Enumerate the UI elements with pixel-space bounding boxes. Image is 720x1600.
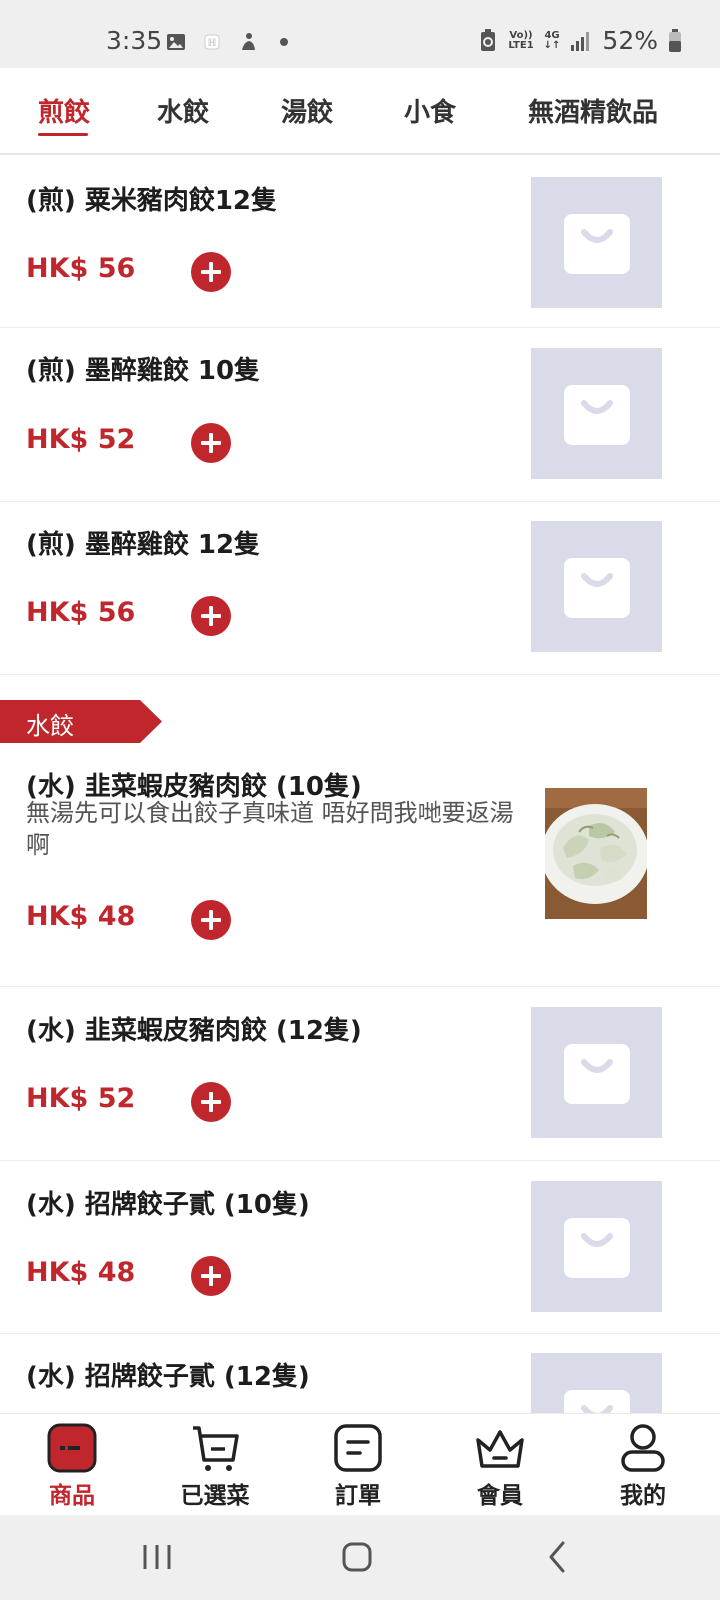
nav-membership[interactable]: 會員 [440,1422,560,1510]
bag-placeholder-icon [563,213,630,274]
nav-label: 我的 [620,1483,666,1509]
item-title: (水) 韭菜蝦皮豬肉餃 (12隻) [26,1016,362,1046]
bag-placeholder-icon [563,1217,630,1278]
bag-placeholder-icon [563,1389,630,1415]
nav-label: 已選菜 [180,1483,250,1509]
notification-icons: ℍ [166,32,294,52]
network-type-label: 4G [544,29,560,41]
section-label: 水餃 [26,712,74,740]
menu-item[interactable]: (水) 韭菜蝦皮豬肉餃 (12隻) HK$ 52 [0,987,720,1161]
item-image-placeholder [531,348,662,479]
profile-icon [621,1424,665,1472]
item-title: (煎) 墨醉雞餃 12隻 [26,530,261,560]
add-to-cart-button[interactable] [191,900,231,940]
nav-profile[interactable]: 我的 [583,1422,703,1510]
tab-drinks[interactable]: 無酒精飲品 [528,92,658,129]
app-screen: 3:35 ℍ Vo)) LTE1 4G ↓↑ 52% 煎餃 水餃 湯餃 小食 無… [0,0,720,1600]
add-to-cart-button[interactable] [191,423,231,463]
data-indicator: 4G ↓↑ [543,29,561,51]
home-icon[interactable] [337,1537,377,1577]
category-tabs: 煎餃 水餃 湯餃 小食 無酒精飲品 [0,68,720,155]
back-icon[interactable] [538,1537,578,1577]
menu-item[interactable]: (水) 招牌餃子貳 (12隻) [0,1334,720,1415]
item-image-placeholder [531,1007,662,1138]
item-image-placeholder [531,1353,662,1415]
section-header-boiled: 水餃 [0,700,162,743]
tab-boiled[interactable]: 水餃 [157,92,209,129]
menu-list: (煎) 粟米豬肉餃12隻 HK$ 56 (煎) 墨醉雞餃 10隻 HK$ 52 [0,157,720,1415]
gallery-icon [167,34,185,50]
product-icon [47,1423,97,1473]
order-icon [334,1424,382,1472]
nav-label: 訂單 [335,1483,381,1509]
dumpling-plate-image [545,788,647,919]
svg-text:ℍ: ℍ [208,38,217,49]
nav-orders[interactable]: 訂單 [298,1422,418,1510]
item-image-placeholder [531,1181,662,1312]
add-to-cart-button[interactable] [191,1256,231,1296]
item-title: (煎) 粟米豬肉餃12隻 [26,186,277,216]
item-price: HK$ 56 [26,253,136,284]
tab-pan-fried[interactable]: 煎餃 [38,92,90,129]
item-image-placeholder [531,177,662,308]
volte-indicator: Vo)) LTE1 [508,29,534,51]
lte-label: LTE1 [508,39,534,51]
item-price: HK$ 48 [26,1257,136,1288]
item-description: 無湯先可以食出餃子真味道 唔好問我哋要返湯啊 [26,799,514,859]
menu-item[interactable]: (水) 招牌餃子貳 (10隻) HK$ 48 [0,1161,720,1334]
dumpling-photo [545,788,647,919]
active-tab-indicator [38,133,88,136]
nav-label: 會員 [477,1483,523,1509]
add-to-cart-button[interactable] [191,252,231,292]
battery-percent: 52% [602,26,658,55]
menu-item[interactable]: (煎) 墨醉雞餃 12隻 HK$ 56 [0,502,720,675]
nav-cart[interactable]: 已選菜 [155,1422,275,1510]
status-right: Vo)) LTE1 4G ↓↑ 52% [478,26,682,55]
dot-icon [280,38,288,46]
app-notification-icon: ℍ [204,34,220,50]
item-title: (水) 招牌餃子貳 (10隻) [26,1190,310,1220]
item-image-placeholder [531,521,662,652]
section-tag-shape [0,700,162,743]
menu-item[interactable]: (煎) 粟米豬肉餃12隻 HK$ 56 [0,157,720,328]
bottom-navigation: 商品 已選菜 訂單 會員 我的 [0,1413,720,1515]
menu-item[interactable]: (煎) 墨醉雞餃 10隻 HK$ 52 [0,328,720,502]
item-price: HK$ 48 [26,901,136,932]
recents-icon[interactable] [137,1537,177,1577]
battery-icon [669,28,681,52]
nav-products[interactable]: 商品 [12,1422,132,1510]
bag-placeholder-icon [563,1043,630,1104]
person-icon [242,33,255,50]
nav-label: 商品 [49,1483,95,1509]
status-time: 3:35 [106,26,163,55]
add-to-cart-button[interactable] [191,596,231,636]
item-price: HK$ 56 [26,597,136,628]
data-arrows-icon: ↓↑ [543,39,561,51]
system-navigation-bar [0,1515,720,1600]
menu-item[interactable]: (水) 韭菜蝦皮豬肉餃 (10隻) 無湯先可以食出餃子真味道 唔好問我哋要返湯啊… [0,743,720,987]
item-price: HK$ 52 [26,424,136,455]
status-bar: 3:35 ℍ Vo)) LTE1 4G ↓↑ 52% [0,0,720,68]
item-price: HK$ 52 [26,1083,136,1114]
tab-snacks[interactable]: 小食 [404,92,456,129]
bag-placeholder-icon [563,384,630,445]
cart-icon [193,1426,239,1471]
volte-label: Vo)) [509,29,533,41]
item-title: (水) 招牌餃子貳 (12隻) [26,1362,310,1392]
battery-saver-icon [481,28,496,51]
tab-soup[interactable]: 湯餃 [281,92,333,129]
signal-icon [571,31,590,51]
crown-icon [476,1430,524,1468]
add-to-cart-button[interactable] [191,1082,231,1122]
item-title: (煎) 墨醉雞餃 10隻 [26,356,261,386]
bag-placeholder-icon [563,557,630,618]
